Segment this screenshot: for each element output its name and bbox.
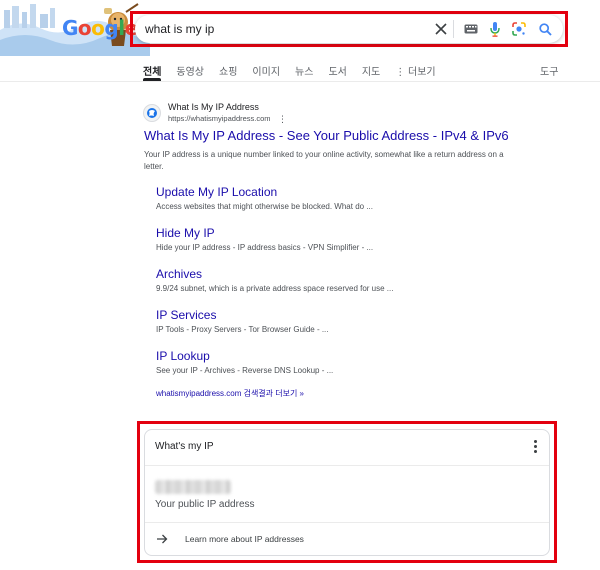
learn-more-row[interactable]: Learn more about IP addresses xyxy=(145,523,549,555)
google-lens-icon[interactable] xyxy=(509,19,529,39)
sitelink-title[interactable]: Update My IP Location xyxy=(156,185,373,199)
sitelink-title[interactable]: IP Lookup xyxy=(156,349,333,363)
search-divider xyxy=(453,20,454,38)
arrow-right-icon xyxy=(157,534,168,544)
google-logo-text: Google xyxy=(62,16,138,40)
sitelink-description: 9.9/24 subnet, which is a private addres… xyxy=(156,284,394,293)
result-options-icon[interactable]: ⋮ xyxy=(278,114,287,125)
sitelink-description: See your IP - Archives - Reverse DNS Loo… xyxy=(156,366,334,375)
sitelink-title[interactable]: Archives xyxy=(156,267,393,281)
tab-4[interactable]: 뉴스 xyxy=(295,63,313,81)
sitelink-description: Hide your IP address - IP address basics… xyxy=(156,243,374,252)
site-name[interactable]: What Is My IP Address xyxy=(168,102,259,112)
tab-2[interactable]: 쇼핑 xyxy=(219,63,237,81)
microphone-icon[interactable] xyxy=(485,19,505,39)
whats-my-ip-card: What's my IP Your public IP address Lear… xyxy=(144,429,550,556)
sitelink-description: Access websites that might otherwise be … xyxy=(156,202,373,211)
blurred-ip-address xyxy=(155,480,231,494)
clear-icon[interactable] xyxy=(431,19,451,39)
result-title-link[interactable]: What Is My IP Address - See Your Public … xyxy=(144,128,509,143)
sitelink-title[interactable]: Hide My IP xyxy=(156,226,373,240)
more-results-link[interactable]: whatismyipaddress.com 검색결과 더보기 » xyxy=(156,388,304,399)
header: Google 전체 동영상 쇼핑 이미지 뉴스 도서 지도 ⋮ 더보기 도구 xyxy=(0,0,600,82)
search-input[interactable] xyxy=(145,20,415,38)
snippet-text: address is a unique number linked to you… xyxy=(144,150,504,171)
search-tabs: 전체 동영상 쇼핑 이미지 뉴스 도서 지도 ⋮ 더보기 xyxy=(143,63,451,81)
learn-more-link[interactable]: Learn more about IP addresses xyxy=(185,534,304,544)
tools-button[interactable]: 도구 xyxy=(540,63,558,78)
tab-6[interactable]: 지도 xyxy=(362,63,380,81)
keyboard-icon[interactable] xyxy=(461,19,481,39)
sitelink-item: Hide My IP Hide your IP address - IP addr… xyxy=(156,226,373,252)
ip-card-title: What's my IP xyxy=(155,441,214,452)
site-url[interactable]: https://whatismyipaddress.com xyxy=(168,114,271,123)
snippet-highlight: Your IP xyxy=(144,150,170,159)
sitelink-item: Archives 9.9/24 subnet, which is a privat… xyxy=(156,267,393,293)
site-favicon[interactable] xyxy=(143,104,161,122)
search-bar[interactable] xyxy=(135,15,563,43)
tab-7[interactable]: ⋮ 더보기 xyxy=(395,63,435,81)
sitelink-item: Update My IP Location Access websites tha… xyxy=(156,185,373,211)
sitelink-item: IP Lookup See your IP - Archives - Revers… xyxy=(156,349,333,375)
tab-0[interactable]: 전체 xyxy=(143,63,162,81)
card-options-icon[interactable] xyxy=(529,439,541,455)
globe-icon xyxy=(147,108,157,118)
card-divider xyxy=(145,465,549,466)
ip-address-label: Your public IP address xyxy=(155,499,255,510)
tab-5[interactable]: 도서 xyxy=(328,63,346,81)
tab-1[interactable]: 동영상 xyxy=(176,63,204,81)
sitelink-item: IP Services IP Tools - Proxy Servers - To… xyxy=(156,308,329,334)
result-snippet: Your IP address is a unique number linke… xyxy=(144,149,524,173)
sitelink-description: IP Tools - Proxy Servers - Tor Browser G… xyxy=(156,325,329,334)
tab-3[interactable]: 이미지 xyxy=(252,63,280,81)
sitelink-title[interactable]: IP Services xyxy=(156,308,329,322)
google-logo[interactable]: Google xyxy=(62,16,138,40)
search-icon[interactable] xyxy=(535,19,555,39)
